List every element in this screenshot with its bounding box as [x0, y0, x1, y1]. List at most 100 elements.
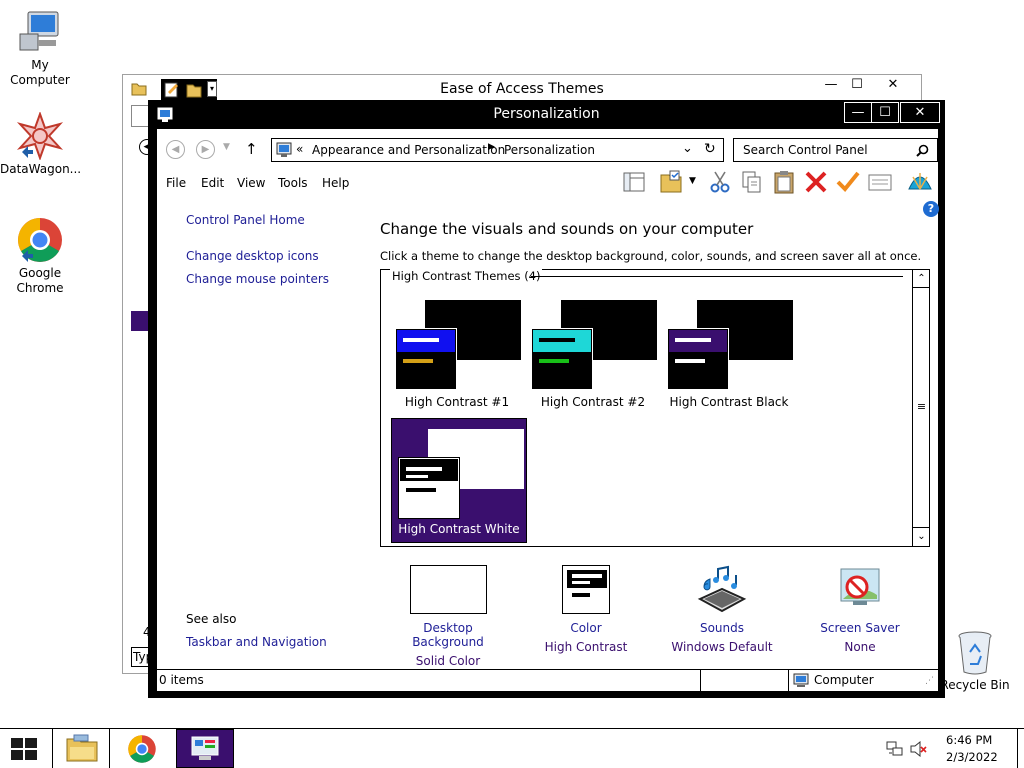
scroll-up-button[interactable]: ⌃	[913, 270, 930, 288]
theme-tile[interactable]: High Contrast #2	[525, 290, 661, 415]
desktop-icon-my-computer[interactable]: My Computer	[0, 8, 80, 88]
folder-options-icon[interactable]	[659, 169, 685, 195]
minimize-button[interactable]: —	[844, 102, 872, 123]
sidebar-link-taskbar-navigation[interactable]: Taskbar and Navigation	[186, 635, 327, 649]
sidebar-link-change-desktop-icons[interactable]: Change desktop icons	[186, 249, 319, 263]
up-arrow-icon[interactable]: ↑	[245, 140, 258, 158]
breadcrumb-item-appearance[interactable]: Appearance and Personalization	[312, 143, 505, 157]
file-explorer-icon	[66, 734, 98, 762]
copy-icon[interactable]	[739, 169, 765, 195]
menu-view[interactable]: View	[237, 176, 265, 190]
help-icon[interactable]: ?	[923, 201, 939, 217]
cut-icon[interactable]	[707, 169, 733, 195]
desktop-background-setting[interactable]: Desktop Background Solid Color	[388, 565, 508, 668]
breadcrumb-separator-icon: ▶	[488, 142, 495, 152]
setting-value: Solid Color	[415, 654, 481, 668]
properties-icon[interactable]	[867, 169, 893, 195]
paste-icon[interactable]	[771, 169, 797, 195]
maximize-button[interactable]: ☐	[871, 102, 899, 123]
setting-title: Screen Saver	[820, 621, 900, 635]
clock-time[interactable]: 6:46 PM	[946, 733, 992, 747]
recent-locations-chevron-icon[interactable]: ▼	[223, 142, 230, 152]
theme-tile[interactable]: High Contrast Black	[661, 290, 797, 415]
close-button[interactable]: ✕	[900, 102, 940, 123]
clock-date[interactable]: 2/3/2022	[946, 750, 998, 764]
setting-value: High Contrast	[544, 640, 628, 654]
theme-tile[interactable]: High Contrast White	[391, 418, 527, 543]
desktop-icon-label: DataWagon...	[0, 162, 82, 176]
menu-edit[interactable]: Edit	[201, 176, 224, 190]
scroll-down-button[interactable]: ⌄	[913, 527, 930, 546]
status-divider	[700, 670, 701, 692]
desktop-background-preview	[409, 565, 487, 614]
page-heading: Change the visuals and sounds on your co…	[380, 220, 754, 238]
chevron-down-icon[interactable]: ▼	[689, 176, 696, 186]
screen-saver-icon	[840, 568, 880, 605]
control-panel-icon	[276, 142, 292, 157]
show-desktop-button[interactable]	[1017, 729, 1024, 768]
page-subheading: Click a theme to change the desktop back…	[380, 249, 922, 263]
start-button[interactable]	[10, 737, 38, 761]
maximize-button[interactable]: ☐	[843, 75, 871, 95]
taskbar-file-explorer-button[interactable]	[52, 729, 110, 768]
scroll-thumb[interactable]: ≡	[913, 288, 930, 526]
setting-title: Color	[570, 621, 602, 635]
see-also-heading: See also	[186, 612, 237, 626]
group-label: High Contrast Themes (4)	[390, 269, 543, 283]
taskbar-chrome-button[interactable]	[112, 729, 172, 768]
sidebar-link-control-panel-home[interactable]: Control Panel Home	[186, 213, 305, 227]
search-input[interactable]: Search Control Panel	[743, 143, 868, 157]
address-bar[interactable]: « Appearance and Personalization ▶ Perso…	[271, 138, 724, 162]
theme-label: High Contrast #2	[540, 395, 646, 409]
minimize-button[interactable]: —	[817, 75, 845, 95]
address-dropdown-chevron-icon[interactable]: ⌄	[682, 141, 693, 156]
desktop-icon-datawagon[interactable]: DataWagon...	[0, 112, 82, 177]
theme-tile[interactable]: High Contrast #1	[389, 290, 525, 415]
theme-shell-icon[interactable]	[907, 169, 933, 195]
delete-icon[interactable]	[803, 169, 829, 195]
status-bar: 0 items Computer ⋰	[157, 669, 938, 692]
theme-window-preview	[531, 328, 593, 390]
breadcrumb-item-personalization[interactable]: Personalization	[504, 143, 595, 157]
color-setting[interactable]: Color High Contrast	[526, 565, 646, 654]
screen-saver-setting[interactable]: Screen Saver None	[800, 565, 920, 654]
theme-window-preview	[667, 328, 729, 390]
sounds-setting[interactable]: Sounds Windows Default	[662, 565, 782, 654]
recycle-bin-icon	[958, 631, 992, 675]
status-item-count: 0 items	[159, 673, 204, 687]
computer-icon	[19, 11, 59, 51]
desktop-icon-recycle-bin[interactable]: Recycle Bin	[935, 630, 1015, 693]
check-icon[interactable]	[835, 169, 861, 195]
resize-grip-icon[interactable]: ⋰	[925, 676, 934, 686]
datawagon-logo-icon	[16, 112, 64, 160]
taskbar: 6:46 PM 2/3/2022	[0, 728, 1024, 768]
personalization-window[interactable]: Personalization — ☐ ✕ ◀ ▶ ▼ ↑ « Appearan…	[148, 100, 945, 698]
back-button[interactable]: ◀	[166, 140, 185, 159]
window-title: Personalization	[493, 106, 600, 122]
desktop-icon-label: Recycle Bin	[940, 678, 1010, 692]
theme-window-preview	[398, 457, 460, 519]
menu-file[interactable]: File	[166, 176, 186, 190]
forward-button[interactable]: ▶	[196, 140, 215, 159]
taskbar-control-panel-button[interactable]	[176, 729, 234, 768]
status-divider	[788, 670, 789, 692]
refresh-icon[interactable]: ↻	[704, 141, 716, 157]
breadcrumb-prefix: «	[296, 142, 304, 156]
search-box[interactable]: Search Control Panel	[733, 138, 938, 162]
menu-tools[interactable]: Tools	[278, 176, 308, 190]
chrome-icon	[18, 218, 62, 262]
window-title: Ease of Access Themes	[440, 81, 604, 97]
network-icon[interactable]	[886, 741, 904, 757]
vertical-scrollbar[interactable]: ⌃ ≡ ⌄	[912, 270, 930, 546]
theme-window-preview	[395, 328, 457, 390]
accent-swatch	[131, 311, 149, 331]
search-icon[interactable]	[916, 144, 929, 157]
setting-value: Windows Default	[671, 640, 773, 654]
close-button[interactable]: ✕	[879, 75, 907, 95]
desktop-icon-google-chrome[interactable]: Google Chrome	[0, 216, 80, 296]
menu-help[interactable]: Help	[322, 176, 349, 190]
volume-muted-icon[interactable]	[910, 741, 928, 757]
sidebar-link-change-mouse-pointers[interactable]: Change mouse pointers	[186, 272, 329, 286]
theme-label: High Contrast Black	[669, 395, 789, 409]
layout-pane-icon[interactable]	[621, 169, 647, 195]
